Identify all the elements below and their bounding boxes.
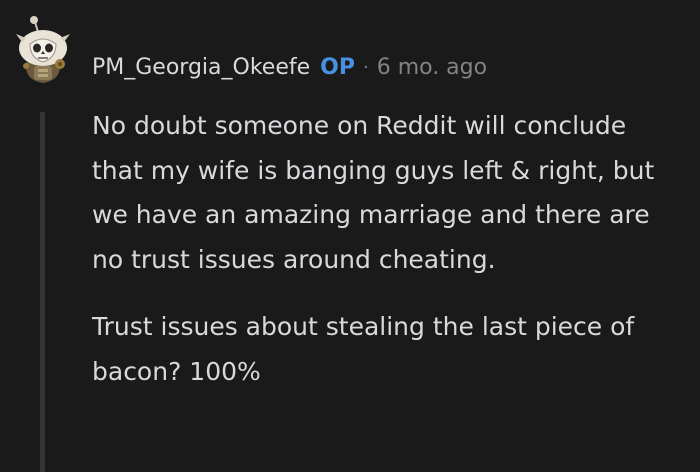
meta-separator: · <box>362 56 369 78</box>
author-username[interactable]: PM_Georgia_Okeefe <box>92 55 310 80</box>
comment-paragraph: Trust issues about stealing the last pie… <box>92 312 635 386</box>
comment-header: PM_Georgia_Okeefe OP · 6 mo. ago <box>92 47 487 87</box>
comment-timestamp[interactable]: 6 mo. ago <box>377 55 487 80</box>
comment-body: No doubt someone on Reddit will conclude… <box>92 104 682 394</box>
comment: PM_Georgia_Okeefe OP · 6 mo. ago No doub… <box>0 0 700 472</box>
snoo-avatar-icon <box>16 16 70 83</box>
user-avatar[interactable] <box>10 14 76 86</box>
op-badge: OP <box>320 54 355 80</box>
thread-collapse-line[interactable] <box>40 112 45 472</box>
comment-paragraph: No doubt someone on Reddit will conclude… <box>92 111 655 274</box>
